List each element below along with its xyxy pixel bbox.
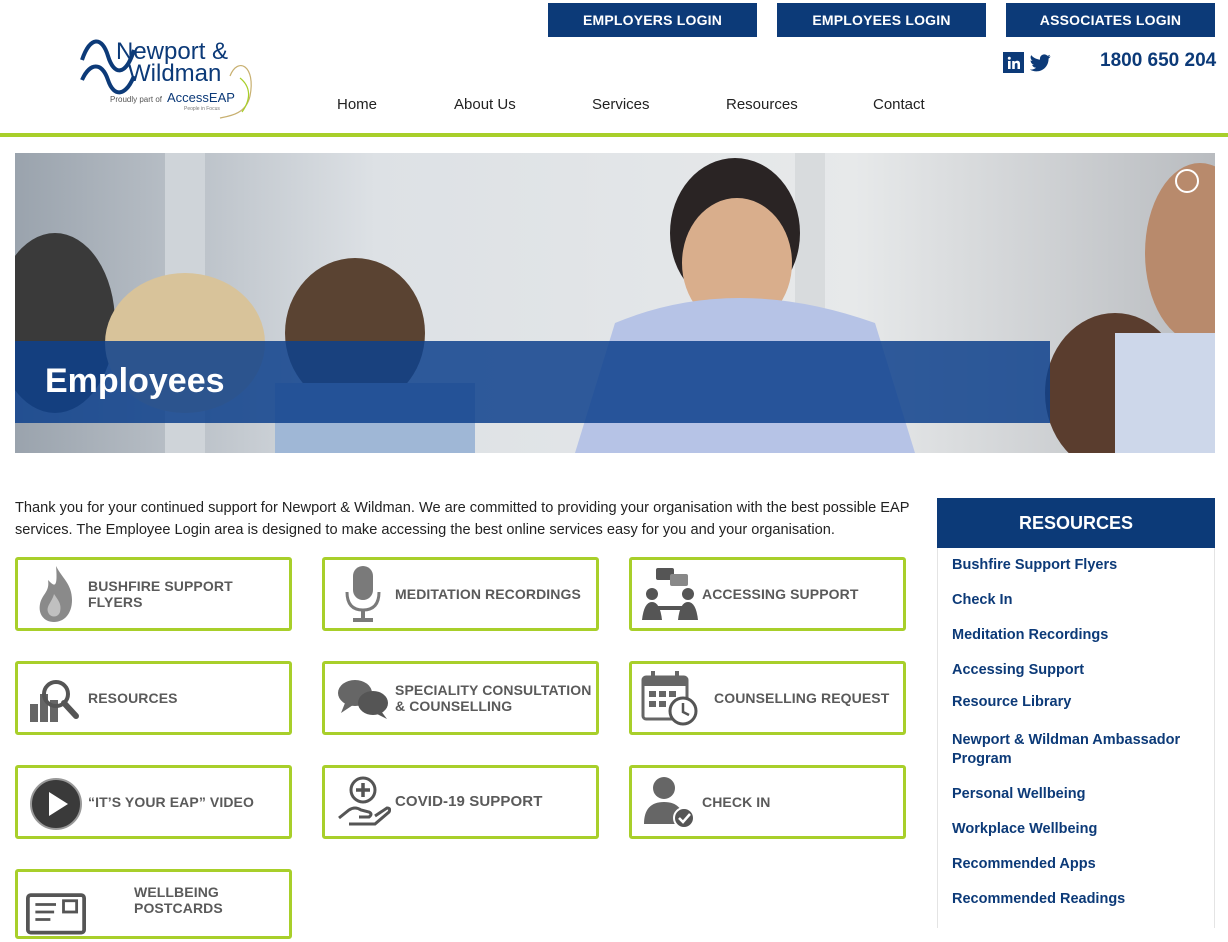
sidebar-link-recommended-apps[interactable]: Recommended Apps [952,855,1192,874]
chat-bubbles-icon [333,668,393,728]
tile-label: ACCESSING SUPPORT [702,586,859,602]
tile-its-your-eap-video[interactable]: “IT’S YOUR EAP” VIDEO [15,765,292,839]
sidebar-link-recommended-readings[interactable]: Recommended Readings [952,890,1192,909]
logo-brand: AccessEAP [167,90,235,105]
calendar-clock-icon [640,668,700,728]
twitter-icon[interactable] [1029,52,1051,73]
logo-tagline: Proudly part of [110,95,163,104]
sidebar-link-accessing-support[interactable]: Accessing Support [952,661,1192,680]
logo-sub: People in Focus [184,106,220,112]
tile-label: SPECIALITY CONSULTATION & COUNSELLING [395,682,592,714]
tile-covid-19-support[interactable]: COVID-19 SUPPORT [322,765,599,839]
tile-label: BUSHFIRE SUPPORT FLYERS [88,578,233,610]
employees-login-button[interactable]: EMPLOYEES LOGIN [777,3,986,37]
sidebar-title: RESOURCES [937,498,1215,548]
microphone-icon [333,564,393,624]
tile-speciality-consultation[interactable]: SPECIALITY CONSULTATION & COUNSELLING [322,661,599,735]
intro-text: Thank you for your continued support for… [15,500,910,538]
tile-resources[interactable]: RESOURCES [15,661,292,735]
nav-services[interactable]: Services [592,96,650,113]
phone-number[interactable]: 1800 650 204 [1100,50,1216,72]
nav-about-us[interactable]: About Us [454,96,516,113]
employers-login-button[interactable]: EMPLOYERS LOGIN [548,3,757,37]
site-header: Newport & Wildman Proudly part of Access… [0,0,1228,135]
play-icon [26,772,86,832]
linkedin-icon[interactable] [1003,52,1024,73]
tile-label: MEDITATION RECORDINGS [395,586,581,602]
header-divider [0,133,1228,137]
sidebar-link-ambassador-program[interactable]: Newport & Wildman Ambassador Program [952,731,1192,769]
sidebar-link-bushfire-support-flyers[interactable]: Bushfire Support Flyers [952,556,1192,575]
tile-check-in[interactable]: CHECK IN [629,765,906,839]
tile-meditation-recordings[interactable]: MEDITATION RECORDINGS [322,557,599,631]
user-check-icon [640,772,700,832]
nav-resources[interactable]: Resources [726,96,798,113]
postcard-icon [26,882,86,942]
page-title: Employees [45,362,225,400]
logo-line2: Wildman [128,60,222,87]
slider-dot[interactable] [1175,169,1199,193]
sidebar-link-workplace-wellbeing[interactable]: Workplace Wellbeing [952,820,1192,839]
tile-label: WELLBEING POSTCARDS [134,884,223,916]
tile-label: COVID-19 SUPPORT [395,793,543,810]
tile-counselling-request[interactable]: COUNSELLING REQUEST [629,661,906,735]
medical-hand-icon [333,772,393,832]
magnifier-chart-icon [26,668,86,728]
nav-contact[interactable]: Contact [873,96,925,113]
tile-label: RESOURCES [88,690,178,706]
support-people-icon [640,564,700,624]
flame-icon [26,564,86,624]
tile-label: “IT’S YOUR EAP” VIDEO [88,794,254,810]
tile-label: CHECK IN [702,794,771,810]
tile-bushfire-support-flyers[interactable]: BUSHFIRE SUPPORT FLYERS [15,557,292,631]
nav-home[interactable]: Home [337,96,377,113]
newport-wildman-logo[interactable]: Newport & Wildman Proudly part of Access… [80,36,270,122]
sidebar-link-personal-wellbeing[interactable]: Personal Wellbeing [952,785,1192,804]
tile-accessing-support[interactable]: ACCESSING SUPPORT [629,557,906,631]
associates-login-button[interactable]: ASSOCIATES LOGIN [1006,3,1215,37]
tile-label: COUNSELLING REQUEST [714,690,890,706]
sidebar-link-check-in[interactable]: Check In [952,591,1192,610]
sidebar-link-resource-library[interactable]: Resource Library [952,693,1192,712]
tile-wellbeing-postcards[interactable]: WELLBEING POSTCARDS [15,869,292,939]
sidebar-link-meditation-recordings[interactable]: Meditation Recordings [952,626,1192,645]
